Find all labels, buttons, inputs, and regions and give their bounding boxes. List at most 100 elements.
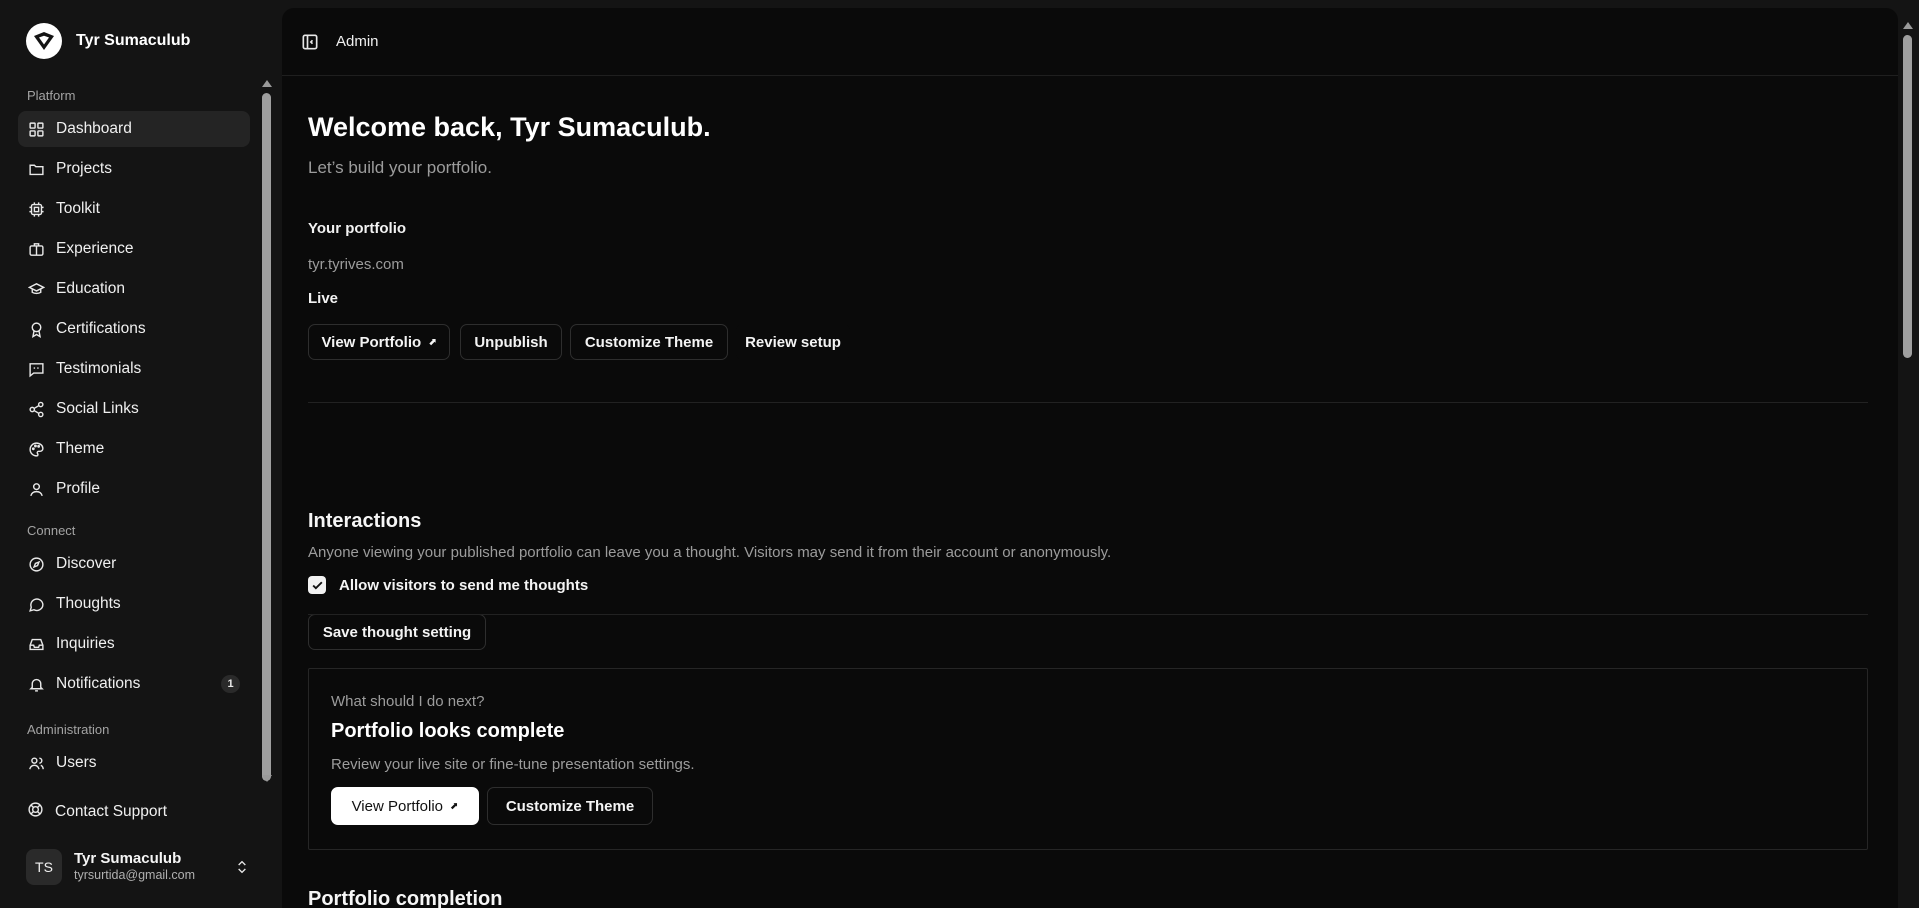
chevrons-up-down-icon bbox=[234, 858, 250, 881]
user-email: tyrsurtida@gmail.com bbox=[74, 868, 196, 882]
main-scrollbar[interactable] bbox=[1900, 18, 1914, 908]
user-account-menu[interactable]: TS Tyr Sumaculub tyrsurtida@gmail.com bbox=[18, 843, 262, 891]
review-setup-button[interactable]: Review setup bbox=[736, 324, 850, 360]
user-name: Tyr Sumaculub bbox=[74, 850, 182, 867]
sidebar-item-label: Experience bbox=[56, 240, 134, 257]
section-label-administration: Administration bbox=[27, 722, 110, 737]
user-icon bbox=[27, 480, 45, 498]
scroll-up-arrow-icon[interactable] bbox=[1903, 22, 1913, 29]
portfolio-status: Live bbox=[308, 290, 339, 307]
main-panel: Admin Welcome back, Tyr Sumaculub. Let’s… bbox=[282, 8, 1898, 908]
sidebar-item-label: Theme bbox=[56, 440, 105, 457]
sidebar-item-label: Users bbox=[56, 754, 97, 771]
sidebar-item-label: Thoughts bbox=[56, 595, 121, 612]
users-icon bbox=[27, 754, 45, 772]
next-steps-card: What should I do next? Portfolio looks c… bbox=[308, 668, 1868, 850]
portfolio-label: Your portfolio bbox=[308, 220, 407, 237]
contact-support-link[interactable]: Contact Support bbox=[18, 794, 250, 830]
sidebar-item-notifications[interactable]: Notifications 1 bbox=[18, 666, 250, 702]
briefcase-icon bbox=[27, 240, 45, 258]
sidebar-item-projects[interactable]: Projects bbox=[18, 151, 250, 187]
interactions-description: Anyone viewing your published portfolio … bbox=[308, 544, 1112, 561]
save-thought-setting-label: Save thought setting bbox=[322, 623, 472, 641]
sidebar-item-label: Certifications bbox=[56, 320, 146, 337]
sidebar-item-experience[interactable]: Experience bbox=[18, 231, 250, 267]
checkbox-checked-icon[interactable] bbox=[308, 576, 326, 594]
customize-theme-button[interactable]: Customize Theme bbox=[570, 324, 728, 360]
sidebar: Tyr Sumaculub Platform Dashboard Project… bbox=[0, 0, 282, 908]
page-subtitle: Let’s build your portfolio. bbox=[308, 158, 492, 177]
customize-theme-label: Customize Theme bbox=[584, 333, 714, 351]
sidebar-item-discover[interactable]: Discover bbox=[18, 546, 250, 582]
sidebar-item-inquiries[interactable]: Inquiries bbox=[18, 626, 250, 662]
next-customize-theme-label: Customize Theme bbox=[505, 797, 635, 815]
chip-icon bbox=[27, 200, 45, 218]
scrollbar-thumb[interactable] bbox=[1903, 35, 1912, 358]
inbox-icon bbox=[27, 635, 45, 653]
allow-thoughts-checkbox[interactable]: Allow visitors to send me thoughts bbox=[308, 576, 588, 594]
folder-icon bbox=[27, 160, 45, 178]
contact-support-label: Contact Support bbox=[55, 803, 168, 820]
interactions-heading: Interactions bbox=[308, 510, 422, 532]
scroll-down-arrow-icon[interactable] bbox=[262, 775, 272, 782]
section-label-connect: Connect bbox=[27, 523, 76, 538]
page-title: Welcome back, Tyr Sumaculub. bbox=[308, 112, 711, 142]
sidebar-item-label: Discover bbox=[56, 555, 117, 572]
sidebar-item-toolkit[interactable]: Toolkit bbox=[18, 191, 250, 227]
sidebar-item-label: Inquiries bbox=[56, 635, 115, 652]
external-link-icon: ⬈ bbox=[428, 336, 437, 348]
sidebar-item-dashboard[interactable]: Dashboard bbox=[18, 111, 250, 147]
sidebar-toggle-icon[interactable] bbox=[300, 32, 320, 52]
sidebar-item-label: Testimonials bbox=[56, 360, 142, 377]
sidebar-item-thoughts[interactable]: Thoughts bbox=[18, 586, 250, 622]
sidebar-item-label: Toolkit bbox=[56, 200, 100, 217]
bell-icon bbox=[27, 675, 45, 693]
message-circle-icon bbox=[27, 595, 45, 613]
sidebar-item-label: Projects bbox=[56, 160, 112, 177]
scrollbar-thumb[interactable] bbox=[262, 93, 271, 781]
next-steps-description: Review your live site or fine-tune prese… bbox=[331, 756, 695, 773]
sidebar-item-label: Social Links bbox=[56, 400, 139, 417]
view-portfolio-label: View Portfolio bbox=[321, 333, 422, 351]
share-icon bbox=[27, 400, 45, 418]
graduation-cap-icon bbox=[27, 280, 45, 298]
message-quote-icon bbox=[27, 360, 45, 378]
review-setup-label: Review setup bbox=[745, 333, 841, 351]
user-info: Tyr Sumaculub tyrsurtida@gmail.com bbox=[74, 850, 195, 884]
award-icon bbox=[27, 320, 45, 338]
sidebar-item-label: Education bbox=[56, 280, 125, 297]
next-view-portfolio-label: View Portfolio bbox=[351, 797, 444, 815]
app-window: Tyr Sumaculub Platform Dashboard Project… bbox=[0, 0, 1919, 908]
scroll-up-arrow-icon[interactable] bbox=[262, 80, 272, 87]
section-label-platform: Platform bbox=[27, 88, 76, 103]
sidebar-scrollbar[interactable] bbox=[259, 76, 273, 786]
notifications-count-badge: 1 bbox=[221, 675, 240, 693]
sidebar-item-testimonials[interactable]: Testimonials bbox=[18, 351, 250, 387]
view-portfolio-button[interactable]: View Portfolio ⬈ bbox=[308, 324, 450, 360]
allow-thoughts-label: Allow visitors to send me thoughts bbox=[339, 576, 589, 594]
breadcrumb: Admin bbox=[336, 33, 379, 50]
brand-name: Tyr Sumaculub bbox=[76, 32, 191, 49]
lifebuoy-icon bbox=[27, 801, 44, 823]
save-thought-setting-button[interactable]: Save thought setting bbox=[308, 614, 486, 650]
sidebar-item-label: Profile bbox=[56, 480, 100, 497]
grid-icon bbox=[27, 120, 45, 138]
sidebar-item-label: Notifications bbox=[56, 675, 141, 692]
sidebar-item-certifications[interactable]: Certifications bbox=[18, 311, 250, 347]
sidebar-item-users[interactable]: Users bbox=[18, 745, 250, 781]
sidebar-item-theme[interactable]: Theme bbox=[18, 431, 250, 467]
palette-icon bbox=[27, 440, 45, 458]
sidebar-item-label: Dashboard bbox=[56, 120, 132, 137]
next-customize-theme-button[interactable]: Customize Theme bbox=[487, 787, 653, 825]
next-steps-title: Portfolio looks complete bbox=[331, 720, 565, 742]
portfolio-completion-heading: Portfolio completion bbox=[308, 888, 503, 908]
divider bbox=[308, 614, 1868, 615]
unpublish-button[interactable]: Unpublish bbox=[460, 324, 562, 360]
unpublish-label: Unpublish bbox=[474, 333, 548, 351]
next-view-portfolio-button[interactable]: View Portfolio ⬈ bbox=[331, 787, 479, 825]
divider bbox=[308, 402, 1868, 403]
sidebar-item-education[interactable]: Education bbox=[18, 271, 250, 307]
brand[interactable]: Tyr Sumaculub bbox=[26, 22, 190, 60]
sidebar-item-social-links[interactable]: Social Links bbox=[18, 391, 250, 427]
sidebar-item-profile[interactable]: Profile bbox=[18, 471, 250, 507]
